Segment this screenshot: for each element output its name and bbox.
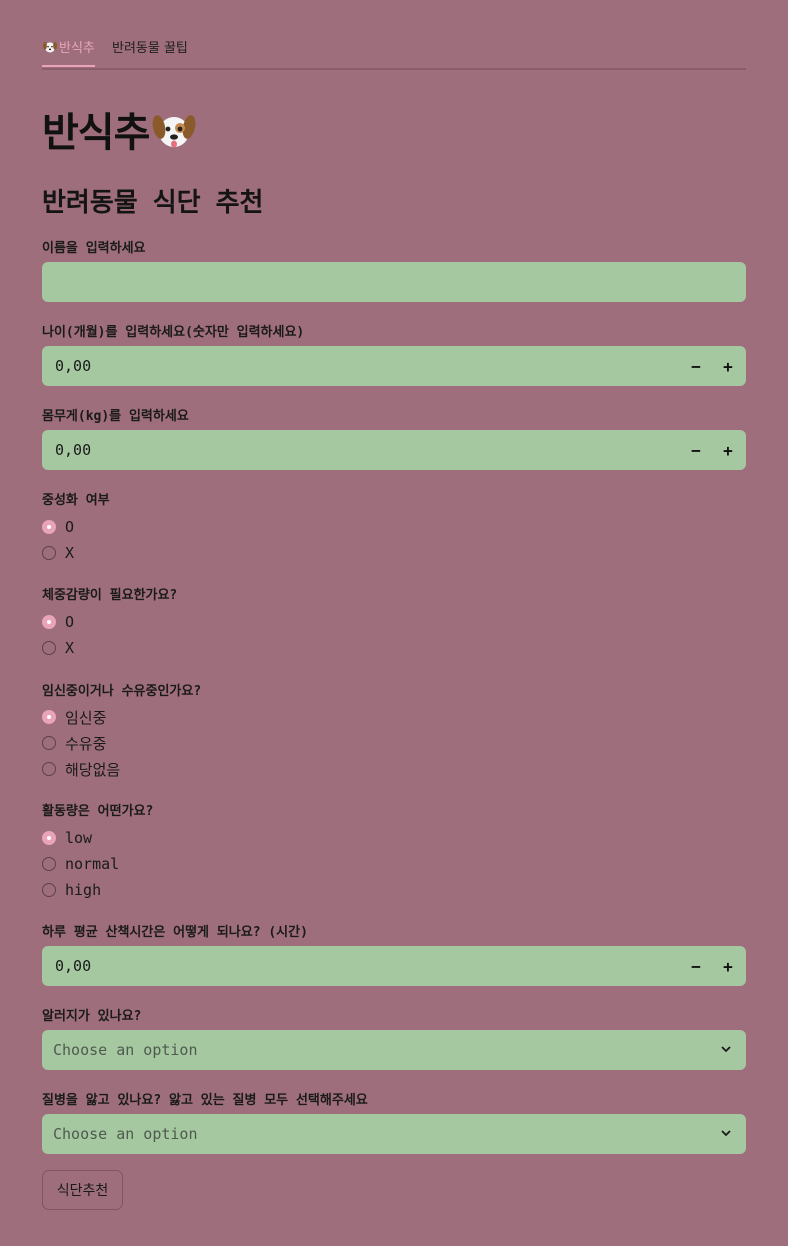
weight-decrement-button[interactable]: − — [680, 430, 712, 470]
option-label: O — [65, 613, 75, 631]
walk-decrement-button[interactable]: − — [680, 946, 712, 986]
age-increment-button[interactable]: + — [712, 346, 744, 386]
option-label: high — [65, 881, 102, 899]
chevron-down-icon — [721, 1046, 731, 1053]
tab-tips[interactable]: 반려동물 꿀팁 — [112, 37, 188, 56]
radio-icon — [42, 546, 56, 560]
weight-increment-button[interactable]: + — [712, 430, 744, 470]
walk-stepper[interactable]: 0,00 − + — [42, 946, 746, 986]
diet-option-x[interactable]: X — [42, 638, 74, 658]
walk-increment-button[interactable]: + — [712, 946, 744, 986]
disease-label: 질병을 앓고 있나요? 앓고 있는 질병 모두 선택해주세요 — [42, 1093, 368, 1108]
radio-icon — [42, 641, 56, 655]
neutered-option-o[interactable]: O — [42, 517, 74, 537]
activity-option-normal[interactable]: normal — [42, 854, 119, 874]
recommend-button[interactable]: 식단추천 — [42, 1170, 123, 1210]
pregnancy-option-none[interactable]: 해당없음 — [42, 759, 120, 779]
radio-selected-icon — [42, 615, 56, 629]
diet-label: 체중감량이 필요한가요? — [42, 588, 178, 603]
age-stepper[interactable]: 0,00 − + — [42, 346, 746, 386]
radio-icon — [42, 857, 56, 871]
diet-option-o[interactable]: O — [42, 612, 74, 632]
neutered-label: 중성화 여부 — [42, 493, 110, 508]
radio-selected-icon — [42, 520, 56, 534]
option-label: X — [65, 544, 75, 562]
activity-label: 활동량은 어떤가요? — [42, 804, 154, 819]
tab-bar: 반식추 반려동물 꿀팁 — [42, 34, 746, 70]
weight-value[interactable]: 0,00 — [55, 441, 91, 459]
option-label: normal — [65, 855, 120, 873]
option-label: 임신중 — [65, 708, 107, 727]
pregnancy-option-pregnant[interactable]: 임신중 — [42, 707, 106, 727]
radio-icon — [42, 883, 56, 897]
radio-icon — [42, 762, 56, 776]
allergy-label: 알러지가 있나요? — [42, 1009, 142, 1024]
age-value[interactable]: 0,00 — [55, 357, 91, 375]
walk-label: 하루 평균 산책시간은 어떻게 되나요? (시간) — [42, 925, 308, 940]
dog-face-icon — [43, 41, 57, 53]
chevron-down-icon — [721, 1130, 731, 1137]
age-label: 나이(개월)를 입력하세요(숫자만 입력하세요) — [42, 325, 305, 340]
section-title: 반려동물 식단 추천 — [42, 188, 264, 218]
radio-selected-icon — [42, 831, 56, 845]
tab-recommend-label: 반식추 — [59, 41, 95, 56]
option-label: 해당없음 — [65, 760, 121, 779]
weight-stepper[interactable]: 0,00 − + — [42, 430, 746, 470]
activity-option-high[interactable]: high — [42, 880, 101, 900]
page-title-text: 반식추 — [42, 110, 150, 156]
pregnancy-label: 임신중이거나 수유중인가요? — [42, 684, 202, 699]
radio-selected-icon — [42, 710, 56, 724]
disease-select[interactable]: Choose an option — [42, 1114, 746, 1154]
name-field[interactable] — [42, 262, 746, 302]
name-input[interactable] — [42, 262, 746, 302]
walk-value[interactable]: 0,00 — [55, 957, 91, 975]
name-label: 이름을 입력하세요 — [42, 241, 146, 256]
radio-icon — [42, 736, 56, 750]
activity-option-low[interactable]: low — [42, 828, 92, 848]
option-label: O — [65, 518, 75, 536]
neutered-option-x[interactable]: X — [42, 543, 74, 563]
option-label: 수유중 — [65, 734, 107, 753]
disease-placeholder: Choose an option — [53, 1125, 198, 1143]
option-label: X — [65, 639, 75, 657]
dog-face-icon — [153, 115, 196, 148]
tab-recommend[interactable]: 반식추 — [42, 37, 95, 67]
page-title: 반식추 — [42, 100, 197, 158]
allergy-placeholder: Choose an option — [53, 1041, 198, 1059]
weight-label: 몸무게(kg)를 입력하세요 — [42, 409, 189, 424]
allergy-select[interactable]: Choose an option — [42, 1030, 746, 1070]
option-label: low — [65, 829, 93, 847]
age-decrement-button[interactable]: − — [680, 346, 712, 386]
pregnancy-option-nursing[interactable]: 수유중 — [42, 733, 106, 753]
